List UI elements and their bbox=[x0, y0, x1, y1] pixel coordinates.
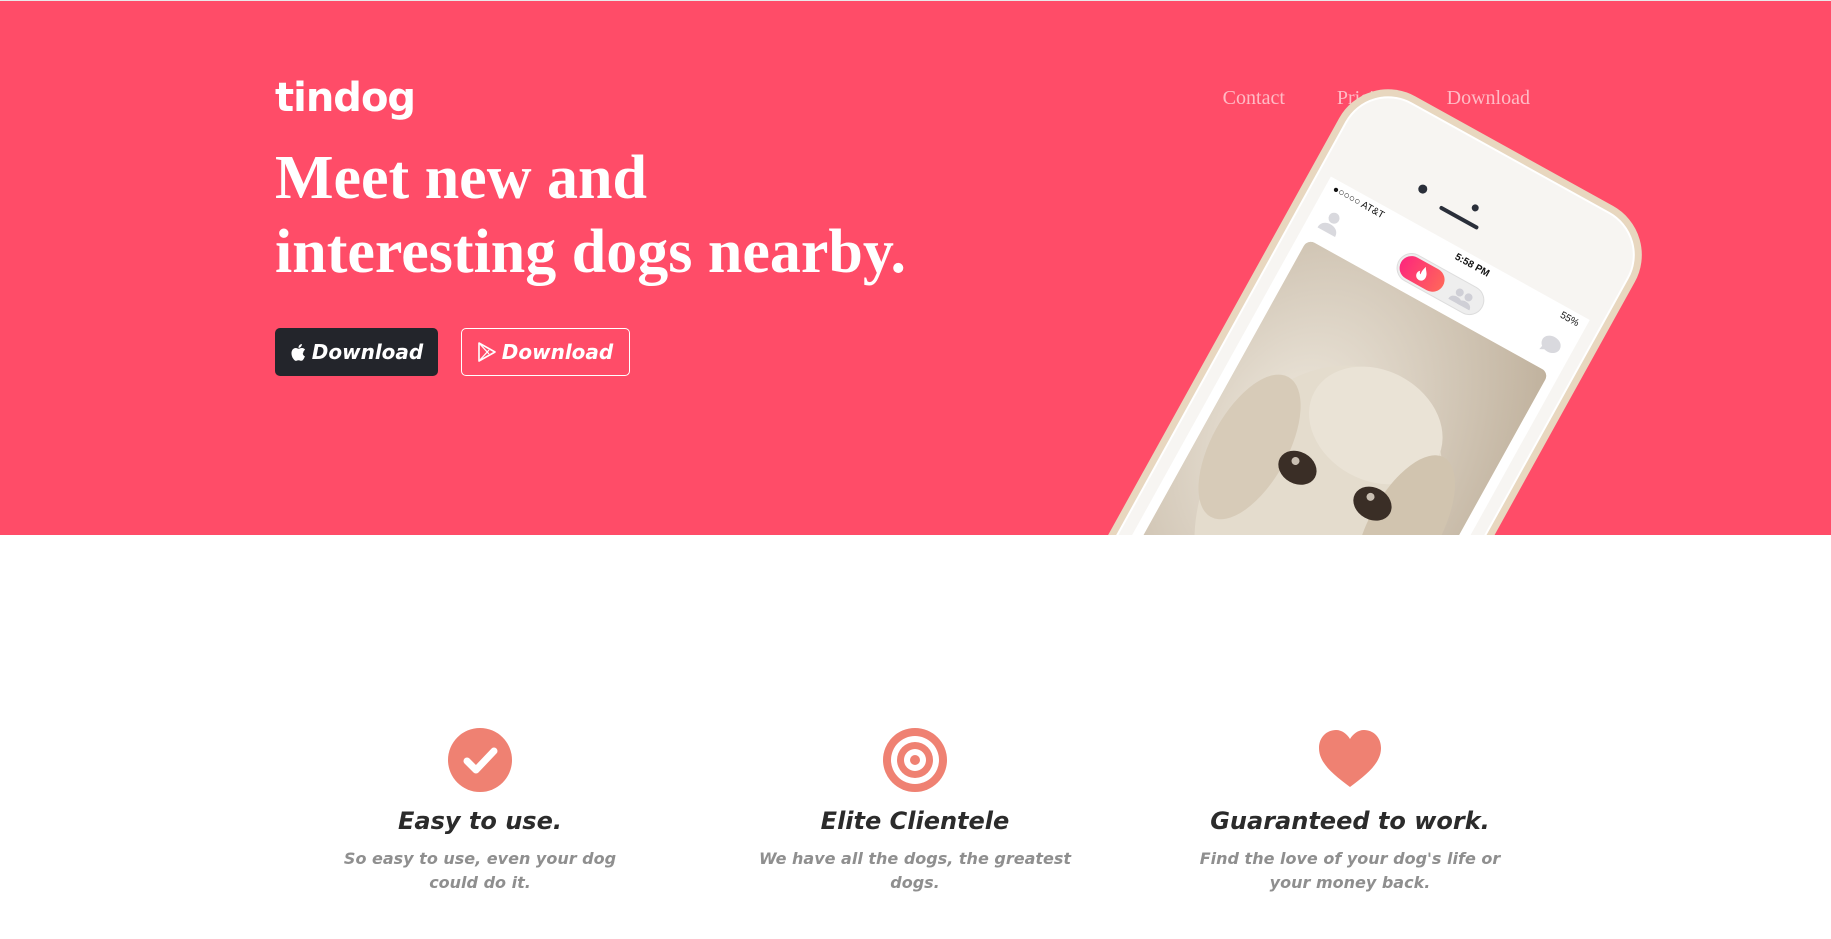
feature-title: Easy to use. bbox=[398, 807, 562, 835]
dog-photo bbox=[1194, 365, 1455, 535]
hero-headline: Meet new and interesting dogs nearby. bbox=[275, 141, 906, 289]
check-circle-icon bbox=[448, 728, 512, 792]
phone-sensor bbox=[1470, 203, 1481, 213]
bullseye-icon bbox=[883, 728, 947, 792]
headline-line-2: interesting dogs nearby. bbox=[275, 218, 906, 286]
phone-screen: ●○○○○ AT&T 5:58 PM 55% bbox=[1078, 176, 1590, 535]
phone-mockup: ●○○○○ AT&T 5:58 PM 55% bbox=[1000, 69, 1662, 535]
phone-camera bbox=[1416, 182, 1429, 196]
dog-profile-card[interactable] bbox=[1094, 239, 1550, 535]
phone-body: ●○○○○ AT&T 5:58 PM 55% bbox=[1056, 69, 1662, 535]
apple-download-label: Download bbox=[311, 340, 424, 364]
hero-section: tindog Contact Pricing Download Meet new… bbox=[0, 0, 1831, 535]
google-play-download-label: Download bbox=[501, 340, 614, 364]
headline-line-1: Meet new and bbox=[275, 144, 647, 212]
flame-icon bbox=[1416, 266, 1427, 281]
feature-guaranteed: Guaranteed to work. Find the love of you… bbox=[1180, 716, 1520, 895]
feature-description: We have all the dogs, the greatest dogs. bbox=[758, 849, 1072, 892]
feature-title: Elite Clientele bbox=[820, 807, 1010, 835]
heart-icon bbox=[1319, 730, 1381, 787]
apple-download-button[interactable]: Download bbox=[275, 328, 438, 376]
apple-icon bbox=[291, 343, 305, 361]
user-icon[interactable] bbox=[1316, 207, 1347, 239]
feature-easy-to-use: Easy to use. So easy to use, even your d… bbox=[310, 716, 650, 895]
google-play-download-button[interactable]: Download bbox=[461, 328, 630, 376]
google-play-icon bbox=[477, 342, 496, 362]
group-icon[interactable] bbox=[1447, 283, 1478, 311]
feature-description: So easy to use, even your dog could do i… bbox=[343, 849, 617, 892]
chat-icon[interactable] bbox=[1535, 330, 1567, 361]
status-battery: 55% bbox=[1557, 309, 1581, 330]
flame-tab[interactable] bbox=[1395, 251, 1449, 297]
feature-title: Guaranteed to work. bbox=[1210, 807, 1490, 835]
brand-logo[interactable]: tindog bbox=[275, 75, 416, 121]
feature-description: Find the love of your dog's life or your… bbox=[1199, 849, 1501, 892]
feature-elite-clientele: Elite Clientele We have all the dogs, th… bbox=[745, 716, 1085, 895]
features-section: Easy to use. So easy to use, even your d… bbox=[0, 716, 1831, 916]
